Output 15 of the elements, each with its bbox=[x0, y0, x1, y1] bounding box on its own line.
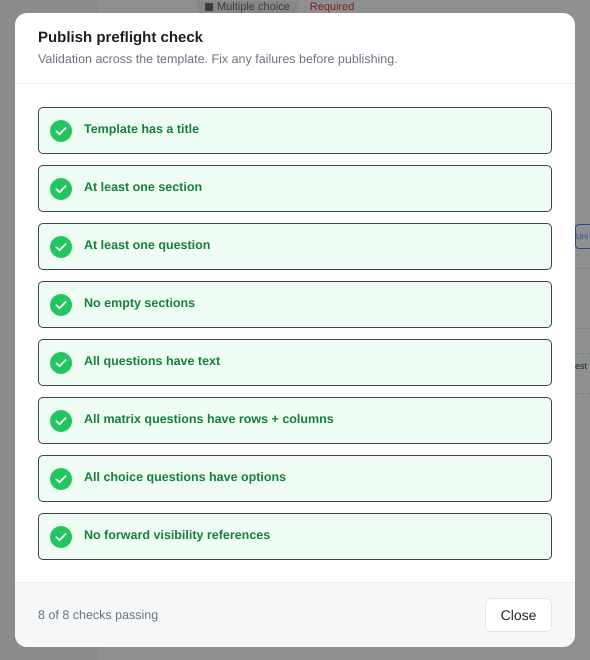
question-text: est bbox=[575, 360, 588, 373]
check-label: No empty sections bbox=[84, 294, 196, 310]
check-label: At least one section bbox=[84, 178, 202, 194]
check-label: All matrix questions have rows + columns bbox=[84, 410, 334, 426]
summary-text: 8 of 8 checks passing bbox=[38, 606, 158, 624]
check-label: Template has a title bbox=[84, 120, 200, 136]
close-button[interactable]: Close bbox=[485, 598, 552, 632]
dialog-title: Publish preflight check bbox=[38, 28, 204, 48]
check-label: All choice questions have options bbox=[84, 468, 286, 484]
check-label: No forward visibility references bbox=[84, 526, 270, 542]
type-chip: Multiple choice bbox=[197, 0, 298, 12]
required-label: Required bbox=[310, 0, 354, 12]
dialog-subtitle: Validation across the template. Fix any failures before publishing. bbox=[38, 51, 399, 67]
check-label: All questions have text bbox=[84, 352, 220, 368]
check-label: At least one question bbox=[84, 236, 210, 252]
